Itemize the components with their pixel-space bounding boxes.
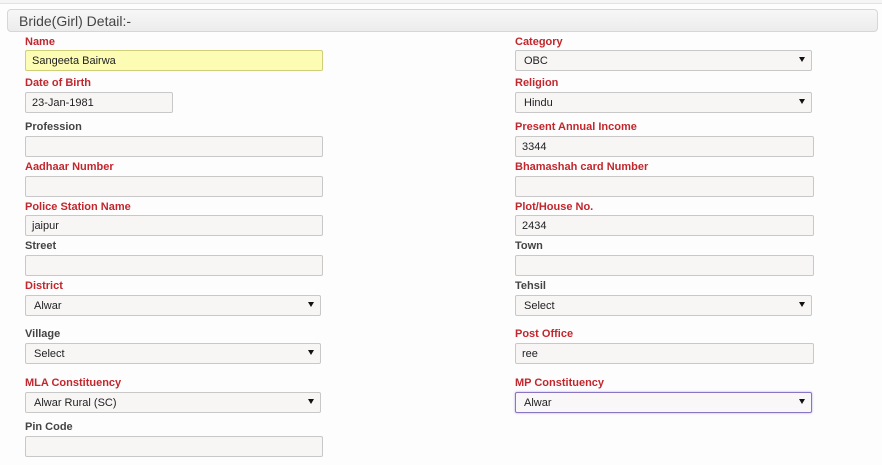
mla-constituency-value: Alwar Rural (SC) [34, 397, 117, 409]
name-input[interactable]: Sangeeta Bairwa [25, 50, 323, 71]
tehsil-value: Select [524, 300, 555, 312]
chevron-down-icon [799, 302, 805, 307]
religion-select[interactable]: Hindu [515, 92, 812, 113]
street-input[interactable] [25, 255, 323, 276]
chevron-down-icon [308, 399, 314, 404]
bhamashah-input[interactable] [515, 176, 814, 197]
street-label: Street [25, 240, 57, 252]
mp-constituency-label: MP Constituency [515, 377, 605, 389]
annual-income-input[interactable]: 3344 [515, 136, 814, 157]
pin-code-label: Pin Code [25, 421, 73, 433]
top-border [0, 0, 882, 4]
district-value: Alwar [34, 300, 62, 312]
district-label: District [25, 280, 63, 292]
profession-input[interactable] [25, 136, 323, 157]
tehsil-select[interactable]: Select [515, 295, 812, 316]
tehsil-label: Tehsil [515, 280, 546, 292]
category-value: OBC [524, 55, 548, 67]
aadhaar-input[interactable] [25, 176, 323, 197]
village-select[interactable]: Select [25, 343, 321, 364]
religion-label: Religion [515, 77, 559, 89]
mla-constituency-label: MLA Constituency [25, 377, 122, 389]
chevron-down-icon [799, 57, 805, 62]
town-label: Town [515, 240, 543, 252]
category-label: Category [515, 36, 563, 48]
district-select[interactable]: Alwar [25, 295, 321, 316]
section-title: Bride(Girl) Detail:- [19, 13, 132, 29]
profession-label: Profession [25, 121, 82, 133]
chevron-down-icon [799, 99, 805, 104]
pin-code-input[interactable] [25, 436, 323, 457]
dob-input[interactable]: 23-Jan-1981 [25, 92, 173, 113]
section-header: Bride(Girl) Detail:- [7, 9, 878, 32]
plot-house-input[interactable]: 2434 [515, 215, 814, 236]
police-station-label: Police Station Name [25, 201, 131, 213]
bhamashah-label: Bhamashah card Number [515, 161, 649, 173]
chevron-down-icon [308, 302, 314, 307]
chevron-down-icon [799, 399, 805, 404]
dob-label: Date of Birth [25, 77, 91, 89]
mp-constituency-select[interactable]: Alwar [515, 392, 812, 413]
chevron-down-icon [308, 350, 314, 355]
police-station-input[interactable]: jaipur [25, 215, 323, 236]
post-office-label: Post Office [515, 328, 574, 340]
plot-house-label: Plot/House No. [515, 201, 594, 213]
annual-income-label: Present Annual Income [515, 121, 637, 133]
religion-value: Hindu [524, 97, 553, 109]
mp-constituency-value: Alwar [524, 397, 552, 409]
mla-constituency-select[interactable]: Alwar Rural (SC) [25, 392, 321, 413]
village-value: Select [34, 348, 65, 360]
aadhaar-label: Aadhaar Number [25, 161, 114, 173]
category-select[interactable]: OBC [515, 50, 812, 71]
name-label: Name [25, 36, 55, 48]
post-office-input[interactable]: ree [515, 343, 814, 364]
village-label: Village [25, 328, 61, 340]
town-input[interactable] [515, 255, 814, 276]
